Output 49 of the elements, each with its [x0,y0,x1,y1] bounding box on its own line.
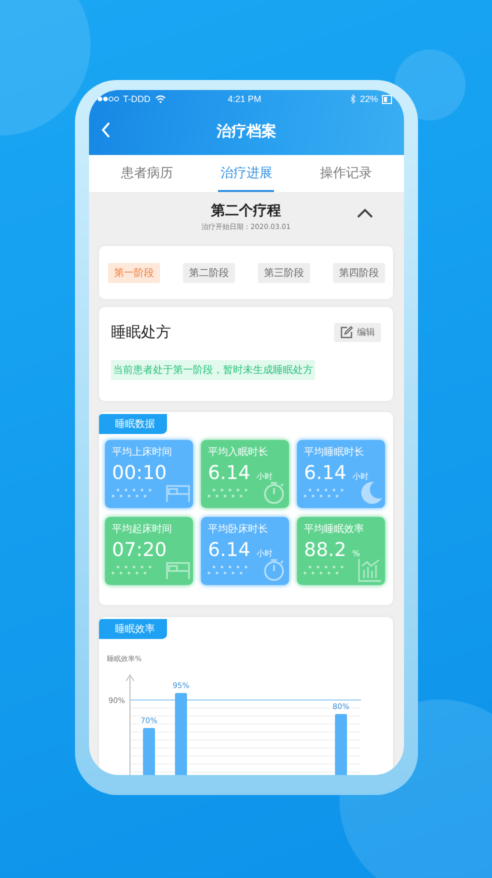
chart-icon [357,557,383,583]
stat-value: 07:20 [112,539,167,561]
dots-drawing [110,565,154,575]
screen-title: 治疗档案 [216,122,276,141]
notice-text: 当前患者处于第一阶段，暂时未生成睡眠处方 [111,360,315,380]
tab[interactable]: 患者病历 [118,155,175,192]
bar [143,728,155,775]
stopwatch-icon [261,480,287,506]
section-label: 睡眠效率 [99,619,167,639]
battery-icon [382,94,392,104]
stat-label: 平均起床时间 [112,522,173,536]
dots-drawing [302,565,346,575]
stat-value: 6.14 [304,462,346,484]
stage-tab[interactable]: 第三阶段 [258,262,310,282]
dots-drawing [206,488,250,498]
dots-drawing [302,488,346,498]
stat-value: 6.14 [208,462,250,484]
course-title: 第二个疗程 [210,202,282,220]
stat-label: 平均上床时间 [112,446,173,459]
edit-button[interactable]: 编辑 [334,323,381,342]
battery-percent: 22% [360,94,378,104]
signal-icon [97,96,119,102]
stat-label: 平均卧床时长 [208,522,269,536]
stat-unit: 小时 [256,471,272,482]
wifi-icon [154,95,166,103]
stopwatch-icon [261,557,287,583]
stat-value: 88.2 [304,539,346,561]
stat-unit: % [352,549,360,558]
collapse-button[interactable] [355,206,375,220]
status-time: 4:21 PM [228,94,262,104]
section-title: 睡眠处方 [111,323,171,342]
dots-drawing [206,565,250,575]
stat-unit: 小时 [352,471,368,482]
stat-label: 平均入眠时长 [208,446,269,459]
stat-label: 平均睡眠效率 [304,522,365,536]
stage-tab[interactable]: 第二阶段 [183,262,235,282]
dots-drawing [110,488,154,498]
bar [335,714,347,775]
stat-unit: 小时 [256,548,272,559]
bluetooth-icon [350,94,356,104]
stage-tab[interactable]: 第四阶段 [333,262,385,282]
edit-icon [340,326,353,339]
tab[interactable]: 治疗进展 [218,155,274,192]
carrier-name: T-DDD [123,94,150,104]
section-label: 睡眠数据 [99,414,167,434]
stat-label: 平均睡眠时长 [304,446,365,459]
stat-value: 00:10 [112,462,167,484]
stat-value: 6.14 [208,539,250,561]
tab[interactable]: 操作记录 [318,155,374,192]
